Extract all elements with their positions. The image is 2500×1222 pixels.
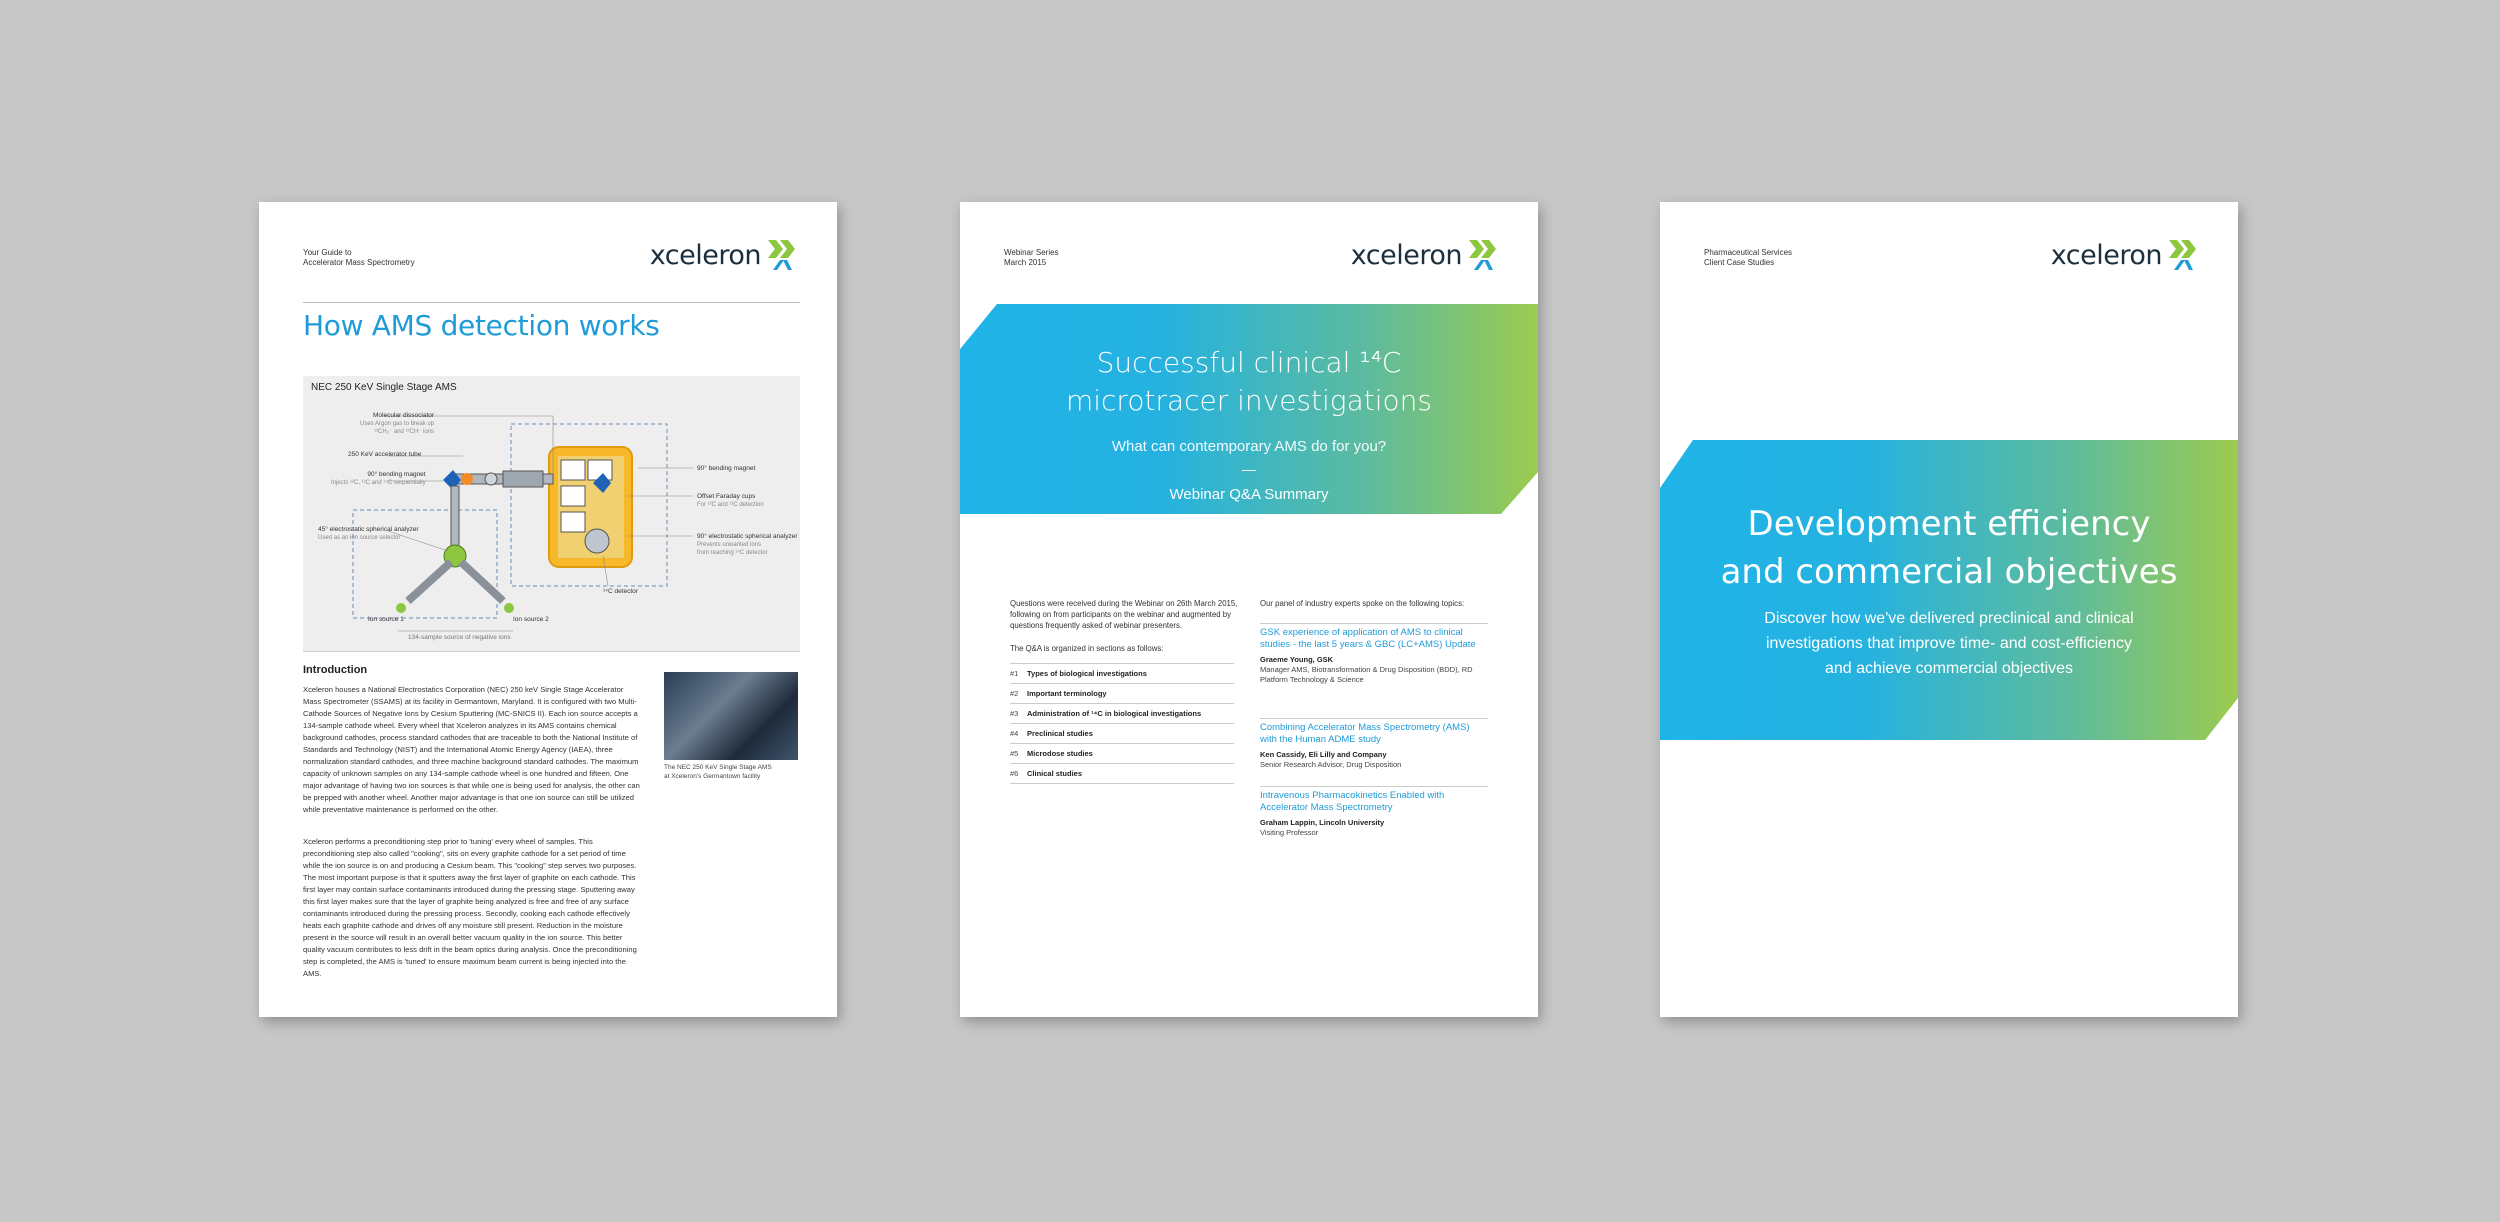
panel-intro: Our panel of industry experts spoke on t… <box>1260 599 1465 608</box>
label-ion-source-2: Ion source 2 <box>513 616 549 623</box>
list-item: #6 Clinical studies <box>1010 763 1234 784</box>
header-line-2: Client Case Studies <box>1704 258 1775 267</box>
topic-item: Combining Accelerator Mass Spectrometry … <box>1260 718 1488 770</box>
label-bending-magnet-right: 90° bending magnet <box>697 465 756 472</box>
label-accelerator-tube: 250 KeV accelerator tube <box>348 451 422 458</box>
webinar-summary-label: Webinar Q&A Summary <box>1169 486 1329 503</box>
topic-speaker: Ken Cassidy, Eli Lilly and Company <box>1260 750 1387 759</box>
topic-role: Manager AMS, Biotransformation & Drug Di… <box>1260 665 1473 684</box>
xceleron-logo: xceleron <box>2051 236 2200 274</box>
case-studies-title: Development efficiency and commercial ob… <box>1720 504 2178 592</box>
topic-item: GSK experience of application of AMS to … <box>1260 623 1488 685</box>
header-line-1: Your Guide to <box>303 248 352 257</box>
title-band: Development efficiency and commercial ob… <box>1660 440 2238 740</box>
label-molecular-dissociator: Molecular dissociator Uses Argon gas to … <box>360 412 435 435</box>
topic-item: Intravenous Pharmacokinetics Enabled wit… <box>1260 786 1488 838</box>
label-bending-magnet: 90° bending magnet Injects ¹²C, ¹³C and … <box>331 471 426 486</box>
topic-title: GSK experience of application of AMS to … <box>1260 627 1476 650</box>
sections-intro: The Q&A is organized in sections as foll… <box>1010 644 1164 653</box>
webinar-title: Successful clinical ¹⁴C microtracer inve… <box>1065 346 1432 417</box>
logo-mark-icon <box>768 240 795 270</box>
page-header: Pharmaceutical Services Client Case Stud… <box>1704 248 1792 268</box>
list-item: #2 Important terminology <box>1010 683 1234 703</box>
header-line-1: Pharmaceutical Services <box>1704 248 1793 257</box>
label-ion-source-1: Ion source 1 <box>368 616 404 623</box>
dash-separator: — <box>1242 461 1256 477</box>
ams-facility-photo <box>664 672 798 760</box>
list-item: #1 Types of biological investigations <box>1010 663 1234 683</box>
ams-diagram: NEC 250 KeV Single Stage AMS Molecular d… <box>303 376 800 652</box>
topic-title: Combining Accelerator Mass Spectrometry … <box>1260 722 1470 745</box>
page-title: How AMS detection works <box>303 309 660 342</box>
logo-text: xceleron <box>2050 239 2163 271</box>
label-esa-45: 45° electrostatic spherical analyzer Use… <box>318 526 419 541</box>
case-studies-subtitle: Discover how we've delivered preclinical… <box>1764 610 2134 677</box>
label-faraday-cups: Offset Faraday cups For ¹²C and ¹³C dete… <box>697 493 764 508</box>
intro-paragraph-2: Xceleron performs a preconditioning step… <box>303 837 637 978</box>
topic-title: Intravenous Pharmacokinetics Enabled wit… <box>1260 790 1445 813</box>
intro-paragraph-1: Xceleron houses a National Electrostatic… <box>303 685 640 814</box>
xceleron-logo: xceleron <box>650 236 799 274</box>
divider <box>303 302 800 303</box>
logo-text: xceleron <box>649 239 762 271</box>
logo-text: xceleron <box>1350 239 1463 271</box>
logo-mark-icon <box>2169 240 2196 270</box>
header-line-1: Webinar Series <box>1004 248 1059 257</box>
label-sample-source: 134-sample source of negative ions <box>408 634 511 641</box>
topic-role: Senior Research Advisor, Drug Dispositio… <box>1260 760 1402 769</box>
list-item: #5 Microdose studies <box>1010 743 1234 763</box>
intro-heading: Introduction <box>303 664 368 676</box>
guide-page: Your Guide to Accelerator Mass Spectrome… <box>259 202 837 1017</box>
topic-speaker: Graham Lappin, Lincoln University <box>1260 818 1385 827</box>
label-esa-90: 90° electrostatic spherical analyzer Pre… <box>697 533 798 556</box>
case-studies-page: Pharmaceutical Services Client Case Stud… <box>1660 202 2238 1017</box>
page-header: Webinar Series March 2015 <box>1004 248 1059 268</box>
webinar-subtitle: What can contemporary AMS do for you? <box>1111 438 1387 455</box>
topic-role: Visiting Professor <box>1260 828 1319 837</box>
topic-speaker: Graeme Young, GSK <box>1260 655 1334 664</box>
label-detector: ¹⁴C detector <box>603 588 638 595</box>
webinar-intro: Questions were received during the Webin… <box>1010 599 1238 630</box>
list-item: #4 Preclinical studies <box>1010 723 1234 743</box>
list-item: #3 Administration of ¹⁴C in biological in… <box>1010 703 1234 723</box>
webinar-page: Webinar Series March 2015 xceleron Succe… <box>960 202 1538 1017</box>
section-list: #1 Types of biological investigations #2 I… <box>1010 663 1234 784</box>
photo-caption: The NEC 250 KeV Single Stage AMS at Xcel… <box>664 764 772 780</box>
title-band: Successful clinical ¹⁴C microtracer inve… <box>960 304 1538 514</box>
page-header: Your Guide to Accelerator Mass Spectrome… <box>303 248 415 268</box>
xceleron-logo: xceleron <box>1351 236 1500 274</box>
header-line-2: March 2015 <box>1004 258 1047 267</box>
logo-mark-icon <box>1469 240 1496 270</box>
header-line-2: Accelerator Mass Spectrometry <box>303 258 415 267</box>
